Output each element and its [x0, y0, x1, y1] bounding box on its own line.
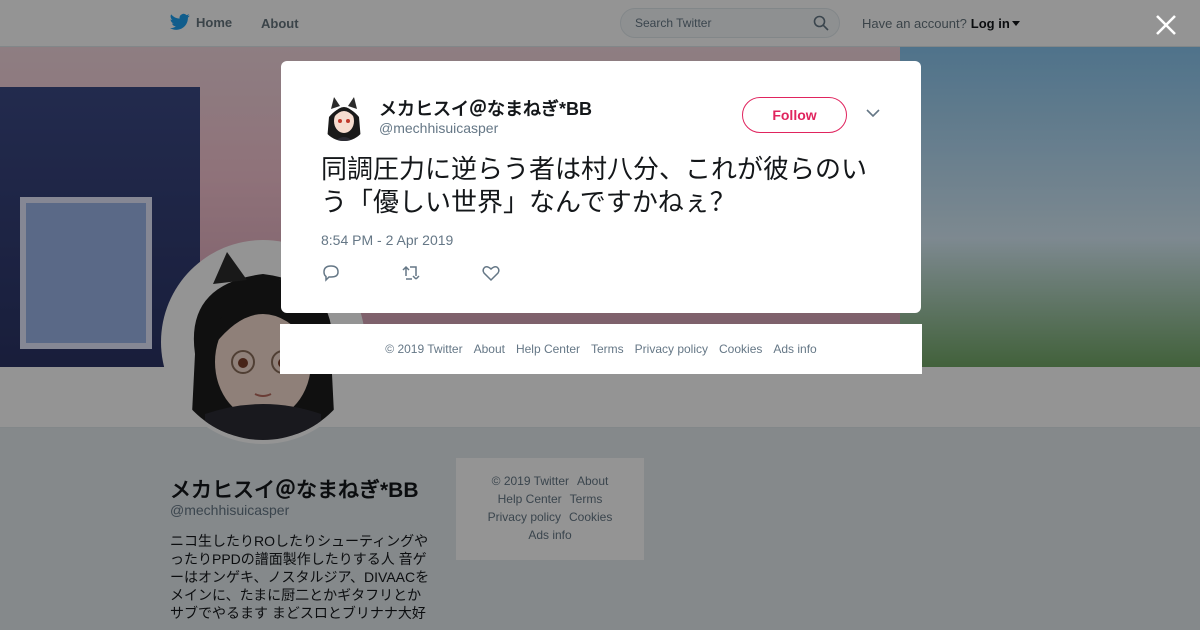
chevron-down-icon[interactable]	[866, 108, 880, 118]
modal-footer-ads[interactable]: Ads info	[773, 342, 816, 356]
tweet-timestamp[interactable]: 8:54 PM - 2 Apr 2019	[321, 232, 453, 248]
tweet-modal: メカヒスイ＠なまねぎ*BB @mechhisuicasper Follow 同調…	[281, 61, 921, 313]
modal-footer-cookies[interactable]: Cookies	[719, 342, 762, 356]
tweet-actions	[321, 263, 501, 283]
follow-button[interactable]: Follow	[742, 97, 847, 133]
tweet-author-name[interactable]: メカヒスイ＠なまねぎ*BB	[379, 95, 592, 121]
modal-footer-about[interactable]: About	[474, 342, 505, 356]
like-icon[interactable]	[481, 263, 501, 283]
tweet-text: 同調圧力に逆らう者は村八分、これが彼らのいう「優しい世界」なんですかねぇ？	[321, 154, 868, 217]
modal-footer-terms[interactable]: Terms	[591, 342, 624, 356]
tweet-author-handle[interactable]: @mechhisuicasper	[379, 120, 498, 136]
tweet-author-avatar[interactable]	[321, 95, 367, 141]
close-icon[interactable]	[1153, 12, 1179, 38]
retweet-icon[interactable]	[401, 263, 421, 283]
modal-footer-help[interactable]: Help Center	[516, 342, 580, 356]
reply-icon[interactable]	[321, 263, 341, 283]
modal-footer: © 2019 Twitter About Help Center Terms P…	[280, 324, 922, 374]
modal-footer-privacy[interactable]: Privacy policy	[635, 342, 708, 356]
modal-footer-copyright: © 2019 Twitter	[385, 342, 463, 356]
